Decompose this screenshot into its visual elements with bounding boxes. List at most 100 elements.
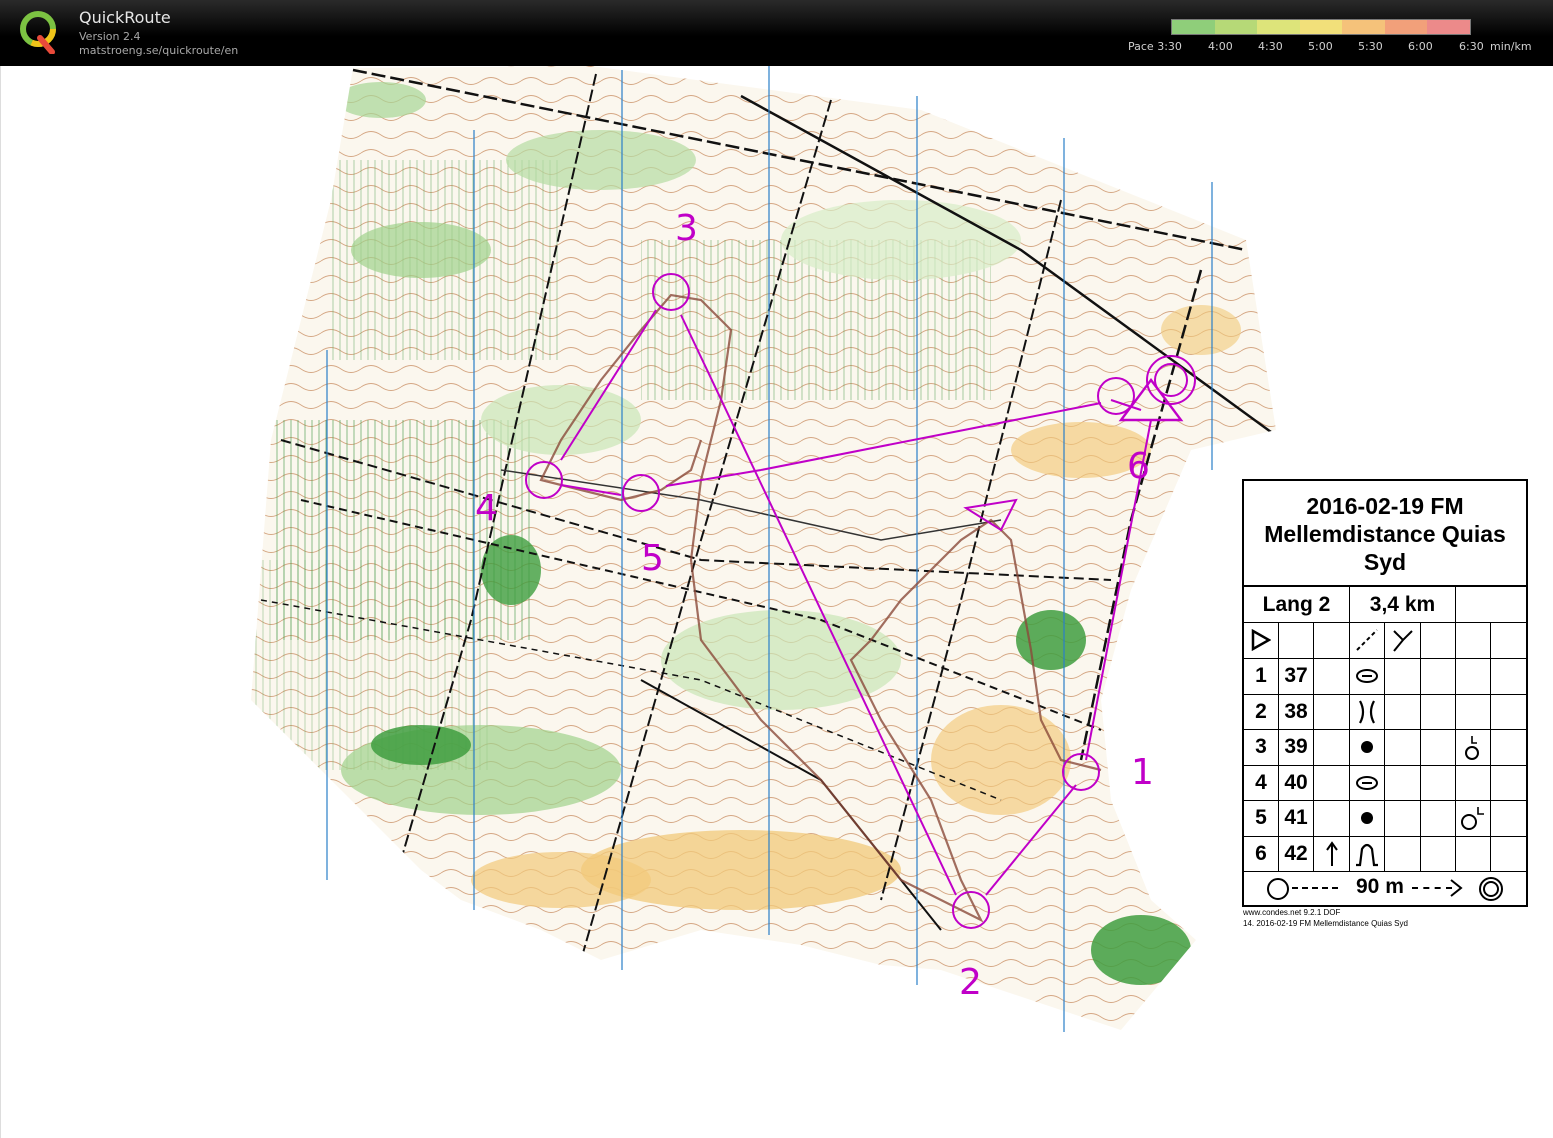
empty-cell — [1491, 800, 1526, 836]
empty-cell — [1421, 622, 1456, 658]
control-code: 40 — [1279, 765, 1314, 800]
start-row — [1244, 622, 1526, 659]
knoll-icon — [1350, 765, 1385, 800]
pace-color-segment — [1342, 20, 1385, 34]
empty-cell — [1279, 622, 1314, 658]
empty-cell — [1456, 587, 1526, 622]
control-row: 4 40 — [1244, 765, 1526, 801]
empty-cell — [1314, 765, 1350, 800]
empty-cell — [1491, 729, 1526, 765]
course-title: 2016-02-19 FM Mellemdistance Quias Syd — [1244, 481, 1526, 587]
control-label-5: 5 — [641, 538, 664, 579]
pace-color-segment — [1299, 20, 1343, 34]
pace-tick: 6:00 — [1408, 40, 1433, 53]
empty-cell — [1385, 800, 1421, 836]
pace-tick: 4:30 — [1258, 40, 1283, 53]
quickroute-logo-icon — [20, 11, 56, 54]
control-label-3: 3 — [675, 208, 698, 249]
course-title-line: Syd — [1363, 549, 1407, 575]
empty-cell — [1314, 622, 1350, 658]
control-code: 39 — [1279, 729, 1314, 765]
empty-cell — [1421, 765, 1456, 800]
control-code: 38 — [1279, 694, 1314, 729]
finish-distance: 90 m — [1356, 875, 1404, 898]
course-length: 3,4 km — [1350, 587, 1456, 622]
position-icon — [1456, 729, 1491, 765]
footer-credit: www.condes.net 9.2.1 DOF — [1243, 908, 1341, 917]
pace-color-segment — [1257, 20, 1300, 34]
control-number: 6 — [1244, 836, 1279, 871]
control-code: 37 — [1279, 658, 1314, 694]
control-row: 1 37 — [1244, 658, 1526, 695]
dot-icon — [1350, 729, 1385, 765]
empty-cell — [1385, 836, 1421, 871]
empty-cell — [1491, 658, 1526, 694]
control-row: 2 38 — [1244, 694, 1526, 730]
finish-dash-icon — [1292, 887, 1338, 889]
finish-row: 90 m — [1244, 871, 1526, 905]
pace-tick: 4:00 — [1208, 40, 1233, 53]
pace-tick: 5:30 — [1358, 40, 1383, 53]
empty-cell — [1491, 765, 1526, 800]
footer-course: 14. 2016-02-19 FM Mellemdistance Quias S… — [1243, 919, 1408, 928]
pace-tick: 6:30 — [1459, 40, 1484, 53]
pace-color-scale — [1171, 19, 1471, 35]
empty-cell — [1456, 658, 1491, 694]
empty-cell — [1314, 658, 1350, 694]
path-junction-icon — [1385, 622, 1421, 658]
upper-arrow-icon — [1314, 836, 1350, 871]
empty-cell — [1421, 658, 1456, 694]
control-number: 5 — [1244, 800, 1279, 836]
empty-cell — [1314, 729, 1350, 765]
empty-cell — [1456, 836, 1491, 871]
empty-cell — [1491, 694, 1526, 729]
app-header: QuickRoute Version 2.4 matstroeng.se/qui… — [0, 0, 1553, 66]
control-code: 42 — [1279, 836, 1314, 871]
pace-label: Pace 3:30 — [1128, 40, 1182, 53]
empty-cell — [1491, 836, 1526, 871]
control-label-4: 4 — [475, 488, 498, 529]
pace-color-segment — [1384, 20, 1428, 34]
empty-cell — [1456, 694, 1491, 729]
control-label-2: 2 — [959, 962, 982, 1003]
finish-dash-icon — [1412, 887, 1452, 889]
empty-cell — [1421, 836, 1456, 871]
pace-color-segment — [1172, 20, 1215, 34]
control-label-6: 6 — [1127, 446, 1150, 487]
app-version: Version 2.4 — [79, 30, 141, 43]
empty-cell — [1385, 729, 1421, 765]
app-url: matstroeng.se/quickroute/en — [79, 44, 239, 57]
app-title: QuickRoute — [79, 8, 171, 27]
knoll-icon — [1350, 658, 1385, 694]
hill-icon — [1350, 836, 1385, 871]
control-number: 2 — [1244, 694, 1279, 729]
control-number: 1 — [1244, 658, 1279, 694]
start-triangle-icon — [1244, 622, 1279, 658]
empty-cell — [1456, 622, 1491, 658]
finish-double-circle-icon — [1478, 876, 1504, 906]
finish-start-circle-icon — [1266, 877, 1290, 905]
pace-color-segment — [1214, 20, 1258, 34]
control-number: 3 — [1244, 729, 1279, 765]
control-code: 41 — [1279, 800, 1314, 836]
empty-cell — [1385, 658, 1421, 694]
course-info-row: Lang 2 3,4 km — [1244, 587, 1526, 623]
empty-cell — [1421, 729, 1456, 765]
class-name: Lang 2 — [1244, 587, 1350, 622]
empty-cell — [1314, 694, 1350, 729]
dot-icon — [1350, 800, 1385, 836]
position-icon — [1456, 800, 1491, 836]
arrow-right-icon — [1449, 878, 1463, 902]
path-symbol-icon — [1350, 622, 1385, 658]
pace-color-segment — [1427, 20, 1470, 34]
course-title-line: Mellemdistance Quias — [1264, 521, 1506, 547]
map-terrain — [251, 66, 1276, 1030]
control-row: 5 41 — [1244, 800, 1526, 837]
empty-cell — [1456, 765, 1491, 800]
empty-cell — [1421, 800, 1456, 836]
reentrant-icon — [1350, 694, 1385, 729]
course-title-line: 2016-02-19 FM — [1306, 493, 1464, 519]
control-row: 6 42 — [1244, 836, 1526, 872]
control-number: 4 — [1244, 765, 1279, 800]
pace-unit: min/km — [1490, 40, 1532, 53]
